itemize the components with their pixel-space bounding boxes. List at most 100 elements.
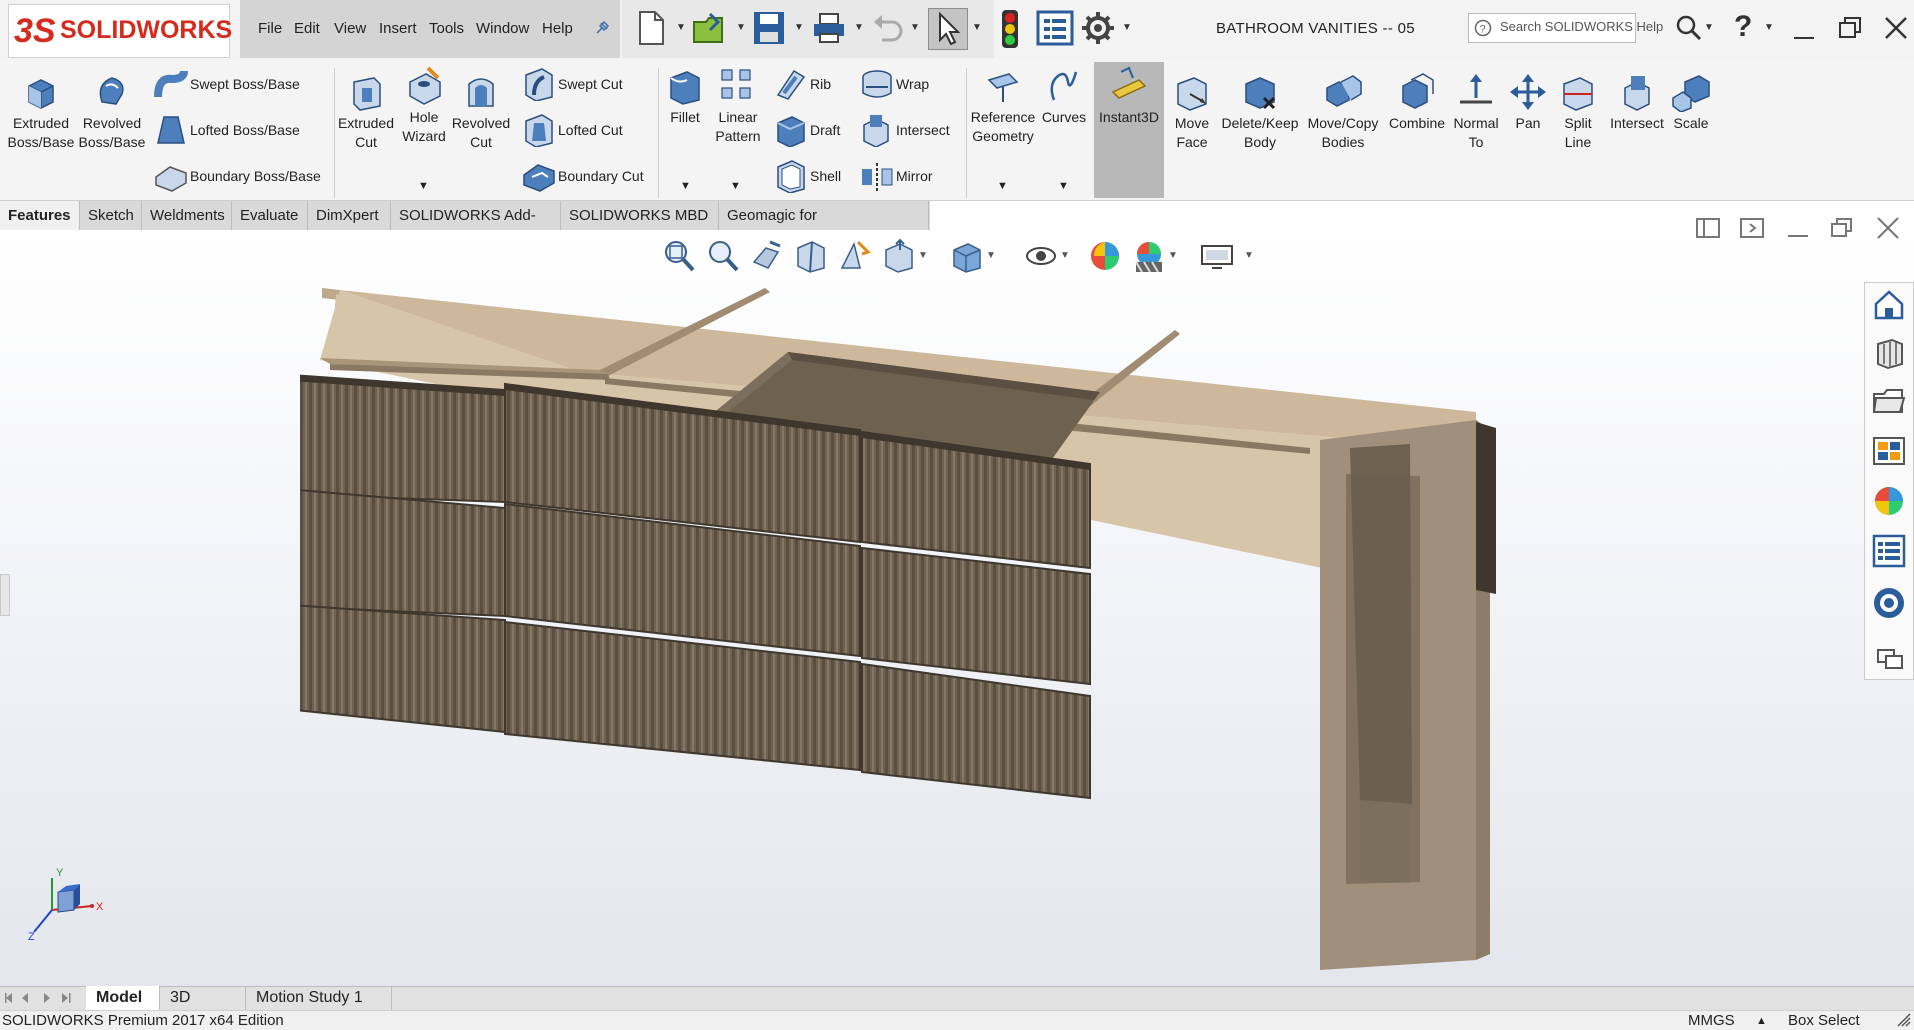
extruded-boss-button[interactable]: Extruded Boss/Base [4,72,78,152]
restore-icon[interactable] [1836,14,1864,42]
menu-tools[interactable]: Tools [429,20,464,37]
viewport-minimize-icon[interactable] [1784,214,1812,242]
lofted-cut-button[interactable]: Lofted Cut [522,112,623,148]
menu-view[interactable]: View [334,20,366,37]
section-view-icon[interactable] [794,238,828,274]
move-copy-bodies-button[interactable]: Move/Copy Bodies [1302,72,1384,152]
view-orientation-dropdown-icon[interactable]: ▼ [918,250,928,261]
move-face-button[interactable]: Move Face [1166,72,1218,152]
tab-motion-study-1[interactable]: Motion Study 1 [246,986,392,1010]
solidworks-resources-icon[interactable] [1872,288,1906,322]
appearances-scenes-icon[interactable] [1872,484,1906,518]
tab-features[interactable]: Features [0,201,80,230]
view-settings-icon[interactable] [1200,238,1234,274]
options-gear-icon[interactable] [1080,10,1116,46]
revolved-cut-button[interactable]: Revolved Cut [448,72,514,152]
new-document-icon[interactable] [636,10,666,46]
save-icon[interactable] [752,10,786,46]
view-settings-dropdown-icon[interactable]: ▼ [1244,250,1254,261]
collaboration-icon[interactable] [1872,642,1906,676]
vanity-model[interactable] [300,270,1520,990]
draft-button[interactable]: Draft [774,112,840,148]
instant3d-button[interactable]: Instant3D [1094,66,1164,127]
tab-weldments[interactable]: Weldments [142,201,232,230]
options-dropdown-icon[interactable]: ▼ [1122,22,1132,33]
display-style-dropdown-icon[interactable]: ▼ [986,250,996,261]
linear-pattern-button[interactable]: Linear Pattern [706,66,770,146]
normal-to-button[interactable]: Normal To [1450,72,1502,152]
design-library-icon[interactable] [1872,336,1906,370]
reference-geometry-button[interactable]: Reference Geometry [966,66,1040,146]
view-orientation-icon[interactable] [882,238,916,274]
edit-appearance-icon[interactable] [1088,238,1122,274]
pan-button[interactable]: Pan [1504,72,1552,133]
wrap-button[interactable]: Wrap [860,66,929,102]
dynamic-annotation-view-icon[interactable] [838,238,872,274]
file-properties-icon[interactable] [1036,10,1074,46]
viewport-tile-left-icon[interactable] [1694,214,1722,242]
tab-3d-views[interactable]: 3D Views [160,986,246,1030]
tab-dimxpert[interactable]: DimXpert [308,201,391,230]
save-dropdown-icon[interactable]: ▼ [794,22,804,33]
customize-status-bar-icon[interactable] [1896,1012,1912,1028]
close-icon[interactable] [1882,14,1910,42]
custom-properties-icon[interactable] [1872,534,1906,568]
hole-wizard-button[interactable]: Hole Wizard [396,66,452,146]
mirror-button[interactable]: Mirror [860,158,933,194]
swept-boss-button[interactable]: Swept Boss/Base [154,66,300,102]
combine-button[interactable]: Combine [1382,72,1452,133]
print-dropdown-icon[interactable]: ▼ [854,22,864,33]
intersect-small-button[interactable]: Intersect [860,112,950,148]
search-icon[interactable] [1676,14,1702,42]
rebuild-traffic-light-icon[interactable] [996,8,1024,50]
intersect-large-button[interactable]: Intersect [1604,72,1670,133]
tab-solidworks-mbd[interactable]: SOLIDWORKS MBD [561,201,719,230]
fillet-dropdown-icon[interactable]: ▼ [680,180,691,192]
undo-dropdown-icon[interactable]: ▼ [910,22,920,33]
viewport-close-icon[interactable] [1874,214,1902,242]
search-dropdown-icon[interactable]: ▼ [1704,22,1714,33]
menu-file[interactable]: File [258,20,282,37]
minimize-icon[interactable] [1790,14,1818,42]
boundary-cut-button[interactable]: Boundary Cut [522,158,644,194]
curves-dropdown-icon[interactable]: ▼ [1058,180,1069,192]
rib-button[interactable]: Rib [774,66,831,102]
menu-window[interactable]: Window [476,20,529,37]
help-question-icon[interactable]: ? [1734,10,1752,44]
tab-geomagic[interactable]: Geomagic for SOLIDWORKS [719,201,929,253]
tab-model[interactable]: Model [86,986,160,1010]
curves-button[interactable]: Curves [1038,66,1090,127]
reference-geometry-dropdown-icon[interactable]: ▼ [997,180,1008,192]
menu-help[interactable]: Help [542,20,573,37]
pin-icon[interactable] [594,20,610,36]
scale-button[interactable]: Scale [1666,72,1716,133]
undo-icon[interactable] [872,12,904,44]
previous-view-icon[interactable] [750,238,784,274]
split-line-button[interactable]: Split Line [1554,72,1602,152]
menu-edit[interactable]: Edit [294,20,320,37]
tab-scroll-arrows[interactable] [4,990,80,1006]
viewport-tile-right-icon[interactable] [1738,214,1766,242]
feature-manager-collapse-handle[interactable] [0,574,10,616]
display-style-icon[interactable] [950,238,984,274]
fillet-button[interactable]: Fillet [660,66,710,127]
view-palette-icon[interactable] [1872,434,1906,468]
revolved-boss-button[interactable]: Revolved Boss/Base [76,72,148,152]
zoom-to-area-icon[interactable] [706,238,740,274]
print-icon[interactable] [812,12,846,44]
file-explorer-icon[interactable] [1872,384,1906,418]
hide-show-items-icon[interactable] [1024,238,1058,274]
pattern-dropdown-icon[interactable]: ▼ [730,180,741,192]
solidworks-forum-icon[interactable] [1872,586,1906,620]
lofted-boss-button[interactable]: Lofted Boss/Base [154,112,300,148]
hide-show-dropdown-icon[interactable]: ▼ [1060,250,1070,261]
unit-system-button[interactable]: MMGS [1688,1012,1735,1029]
help-dropdown-icon[interactable]: ▼ [1764,22,1774,33]
apply-scene-icon[interactable] [1132,238,1166,274]
apply-scene-dropdown-icon[interactable]: ▼ [1168,250,1178,261]
search-input[interactable]: Search SOLIDWORKS Help [1500,19,1663,34]
extruded-cut-button[interactable]: Extruded Cut [326,72,406,152]
unit-system-up-icon[interactable]: ▲ [1756,1015,1767,1027]
open-file-icon[interactable] [692,10,728,46]
menu-insert[interactable]: Insert [379,20,417,37]
